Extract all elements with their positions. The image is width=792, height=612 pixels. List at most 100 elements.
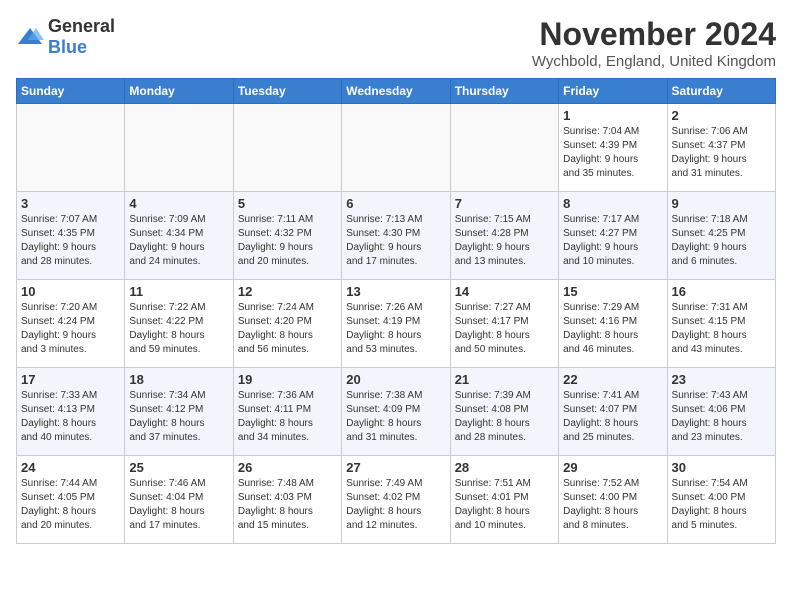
day-number: 9 xyxy=(672,196,771,211)
weekday-header-cell: Wednesday xyxy=(342,79,450,104)
day-number: 7 xyxy=(455,196,554,211)
calendar-cell xyxy=(17,104,125,192)
day-number: 4 xyxy=(129,196,228,211)
day-info: Sunrise: 7:17 AM Sunset: 4:27 PM Dayligh… xyxy=(563,213,662,269)
day-number: 19 xyxy=(238,372,337,387)
calendar-week-row: 1 Sunrise: 7:04 AM Sunset: 4:39 PM Daylig… xyxy=(17,104,776,192)
day-info: Sunrise: 7:11 AM Sunset: 4:32 PM Dayligh… xyxy=(238,213,337,269)
calendar-cell: 29Sunrise: 7:52 AM Sunset: 4:00 PM Dayli… xyxy=(559,456,667,544)
day-number: 12 xyxy=(238,284,337,299)
day-info: Sunrise: 7:38 AM Sunset: 4:09 PM Dayligh… xyxy=(346,389,445,445)
day-info: Sunrise: 7:18 AM Sunset: 4:25 PM Dayligh… xyxy=(672,213,771,269)
day-info: Sunrise: 7:27 AM Sunset: 4:17 PM Dayligh… xyxy=(455,301,554,357)
calendar-cell xyxy=(342,104,450,192)
day-number: 28 xyxy=(455,460,554,475)
day-info: Sunrise: 7:26 AM Sunset: 4:19 PM Dayligh… xyxy=(346,301,445,357)
day-info: Sunrise: 7:13 AM Sunset: 4:30 PM Dayligh… xyxy=(346,213,445,269)
calendar-week-row: 24 Sunrise: 7:44 AM Sunset: 4:05 PM Dayli… xyxy=(17,456,776,544)
calendar-cell: 17 Sunrise: 7:33 AM Sunset: 4:13 PM Dayli… xyxy=(17,368,125,456)
day-info: Sunrise: 7:36 AM Sunset: 4:11 PM Dayligh… xyxy=(238,389,337,445)
calendar-cell: 13 Sunrise: 7:26 AM Sunset: 4:19 PM Dayli… xyxy=(342,280,450,368)
day-info: Sunrise: 7:31 AM Sunset: 4:15 PM Dayligh… xyxy=(672,301,771,357)
calendar-cell: 18 Sunrise: 7:34 AM Sunset: 4:12 PM Dayli… xyxy=(125,368,233,456)
day-info: Sunrise: 7:34 AM Sunset: 4:12 PM Dayligh… xyxy=(129,389,228,445)
day-info: Sunrise: 7:20 AM Sunset: 4:24 PM Dayligh… xyxy=(21,301,120,357)
calendar-cell xyxy=(450,104,558,192)
day-number: 24 xyxy=(21,460,120,475)
day-info: Sunrise: 7:09 AM Sunset: 4:34 PM Dayligh… xyxy=(129,213,228,269)
calendar-cell xyxy=(125,104,233,192)
day-info: Sunrise: 7:15 AM Sunset: 4:28 PM Dayligh… xyxy=(455,213,554,269)
weekday-header-cell: Friday xyxy=(559,79,667,104)
calendar-cell: 8 Sunrise: 7:17 AM Sunset: 4:27 PM Daylig… xyxy=(559,192,667,280)
day-info: Sunrise: 7:48 AM Sunset: 4:03 PM Dayligh… xyxy=(238,477,337,533)
day-number: 2 xyxy=(672,108,771,123)
calendar-week-row: 3 Sunrise: 7:07 AM Sunset: 4:35 PM Daylig… xyxy=(17,192,776,280)
day-info: Sunrise: 7:51 AM Sunset: 4:01 PM Dayligh… xyxy=(455,477,554,533)
day-number: 11 xyxy=(129,284,228,299)
calendar-week-row: 10Sunrise: 7:20 AM Sunset: 4:24 PM Dayli… xyxy=(17,280,776,368)
weekday-header-cell: Sunday xyxy=(17,79,125,104)
calendar-cell: 16 Sunrise: 7:31 AM Sunset: 4:15 PM Dayli… xyxy=(667,280,775,368)
calendar-week-row: 17 Sunrise: 7:33 AM Sunset: 4:13 PM Dayli… xyxy=(17,368,776,456)
location-title: Wychbold, England, United Kingdom xyxy=(532,53,776,70)
day-number: 13 xyxy=(346,284,445,299)
calendar-cell: 24 Sunrise: 7:44 AM Sunset: 4:05 PM Dayli… xyxy=(17,456,125,544)
logo-icon xyxy=(16,26,44,48)
calendar-cell: 19 Sunrise: 7:36 AM Sunset: 4:11 PM Dayli… xyxy=(233,368,341,456)
calendar-cell: 11 Sunrise: 7:22 AM Sunset: 4:22 PM Dayli… xyxy=(125,280,233,368)
day-info: Sunrise: 7:33 AM Sunset: 4:13 PM Dayligh… xyxy=(21,389,120,445)
day-number: 23 xyxy=(672,372,771,387)
calendar: SundayMondayTuesdayWednesdayThursdayFrid… xyxy=(16,78,776,544)
day-info: Sunrise: 7:22 AM Sunset: 4:22 PM Dayligh… xyxy=(129,301,228,357)
day-info: Sunrise: 7:49 AM Sunset: 4:02 PM Dayligh… xyxy=(346,477,445,533)
day-number: 27 xyxy=(346,460,445,475)
day-number: 3 xyxy=(21,196,120,211)
day-number: 30 xyxy=(672,460,771,475)
day-number: 25 xyxy=(129,460,228,475)
day-number: 6 xyxy=(346,196,445,211)
weekday-header-cell: Thursday xyxy=(450,79,558,104)
calendar-cell: 21Sunrise: 7:39 AM Sunset: 4:08 PM Dayli… xyxy=(450,368,558,456)
calendar-cell: 2 Sunrise: 7:06 AM Sunset: 4:37 PM Daylig… xyxy=(667,104,775,192)
calendar-cell: 4 Sunrise: 7:09 AM Sunset: 4:34 PM Daylig… xyxy=(125,192,233,280)
calendar-cell: 1 Sunrise: 7:04 AM Sunset: 4:39 PM Daylig… xyxy=(559,104,667,192)
calendar-cell: 7 Sunrise: 7:15 AM Sunset: 4:28 PM Daylig… xyxy=(450,192,558,280)
calendar-cell: 28 Sunrise: 7:51 AM Sunset: 4:01 PM Dayli… xyxy=(450,456,558,544)
calendar-cell: 14 Sunrise: 7:27 AM Sunset: 4:17 PM Dayli… xyxy=(450,280,558,368)
calendar-cell: 20 Sunrise: 7:38 AM Sunset: 4:09 PM Dayli… xyxy=(342,368,450,456)
day-info: Sunrise: 7:44 AM Sunset: 4:05 PM Dayligh… xyxy=(21,477,120,533)
day-info: Sunrise: 7:04 AM Sunset: 4:39 PM Dayligh… xyxy=(563,125,662,181)
day-number: 8 xyxy=(563,196,662,211)
calendar-cell: 12 Sunrise: 7:24 AM Sunset: 4:20 PM Dayli… xyxy=(233,280,341,368)
calendar-cell xyxy=(233,104,341,192)
day-number: 16 xyxy=(672,284,771,299)
day-number: 26 xyxy=(238,460,337,475)
day-info: Sunrise: 7:24 AM Sunset: 4:20 PM Dayligh… xyxy=(238,301,337,357)
calendar-cell: 26 Sunrise: 7:48 AM Sunset: 4:03 PM Dayli… xyxy=(233,456,341,544)
day-info: Sunrise: 7:52 AM Sunset: 4:00 PM Dayligh… xyxy=(563,477,662,533)
day-info: Sunrise: 7:39 AM Sunset: 4:08 PM Dayligh… xyxy=(455,389,554,445)
calendar-cell: 10Sunrise: 7:20 AM Sunset: 4:24 PM Dayli… xyxy=(17,280,125,368)
calendar-cell: 15Sunrise: 7:29 AM Sunset: 4:16 PM Dayli… xyxy=(559,280,667,368)
day-number: 1 xyxy=(563,108,662,123)
calendar-cell: 3 Sunrise: 7:07 AM Sunset: 4:35 PM Daylig… xyxy=(17,192,125,280)
day-number: 18 xyxy=(129,372,228,387)
weekday-header-cell: Saturday xyxy=(667,79,775,104)
day-info: Sunrise: 7:46 AM Sunset: 4:04 PM Dayligh… xyxy=(129,477,228,533)
calendar-cell: 5Sunrise: 7:11 AM Sunset: 4:32 PM Daylig… xyxy=(233,192,341,280)
title-area: November 2024 Wychbold, England, United … xyxy=(532,16,776,70)
day-info: Sunrise: 7:43 AM Sunset: 4:06 PM Dayligh… xyxy=(672,389,771,445)
logo: General Blue xyxy=(16,16,115,58)
weekday-header: SundayMondayTuesdayWednesdayThursdayFrid… xyxy=(17,79,776,104)
day-number: 17 xyxy=(21,372,120,387)
calendar-body: 1 Sunrise: 7:04 AM Sunset: 4:39 PM Daylig… xyxy=(17,104,776,544)
day-number: 15 xyxy=(563,284,662,299)
day-info: Sunrise: 7:07 AM Sunset: 4:35 PM Dayligh… xyxy=(21,213,120,269)
day-info: Sunrise: 7:06 AM Sunset: 4:37 PM Dayligh… xyxy=(672,125,771,181)
day-number: 14 xyxy=(455,284,554,299)
header: General Blue November 2024 Wychbold, Eng… xyxy=(16,16,776,70)
calendar-cell: 6 Sunrise: 7:13 AM Sunset: 4:30 PM Daylig… xyxy=(342,192,450,280)
day-info: Sunrise: 7:54 AM Sunset: 4:00 PM Dayligh… xyxy=(672,477,771,533)
day-number: 20 xyxy=(346,372,445,387)
